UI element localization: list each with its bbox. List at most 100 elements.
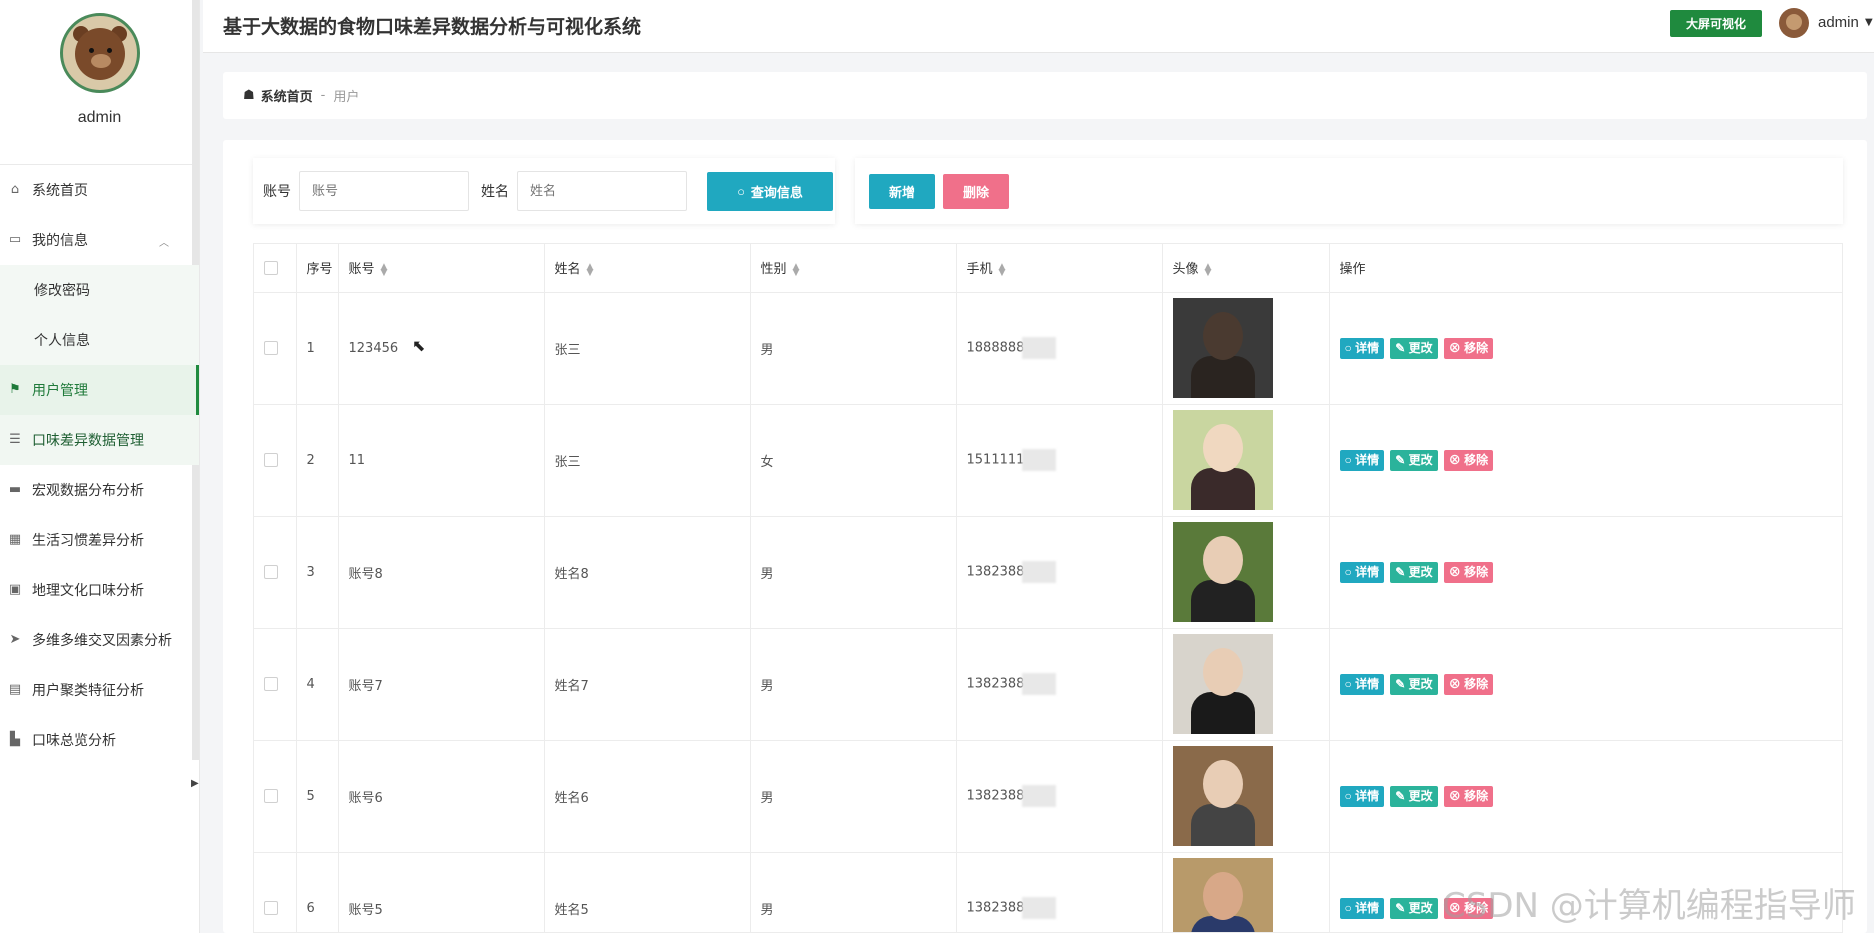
edit-button[interactable]: ✎ 更改 (1390, 449, 1438, 471)
name-input[interactable] (517, 171, 687, 211)
cell-actions: ○ 详情 ✎ 更改 ⊗ 移除 (1329, 292, 1842, 405)
table-row[interactable]: 4 账号7 姓名7 男 1382388 ○ 详情 ✎ 更改 ⊗ 移除 (254, 628, 1842, 741)
sidebar-item-user-management[interactable]: ⚑ 用户管理 (0, 365, 199, 415)
detail-button[interactable]: ○ 详情 (1339, 673, 1385, 695)
remove-button[interactable]: ⊗ 移除 (1443, 337, 1494, 359)
edit-button[interactable]: ✎ 更改 (1390, 785, 1438, 807)
edit-button[interactable]: ✎ 更改 (1390, 897, 1438, 919)
sidebar-item-label: 系统首页 (32, 183, 88, 199)
profile-name: admin (77, 109, 122, 126)
row-select-cell (254, 740, 297, 853)
breadcrumb-separator: - (320, 88, 326, 103)
detail-button[interactable]: ○ 详情 (1339, 785, 1385, 807)
breadcrumb-home[interactable]: 系统首页 (261, 86, 313, 105)
table-header-row: 序号 账号 ▲ ▼ 姓名 ▲ ▼ 性别 ▲ ▼ 手机 ▲ ▼ 头像 ▲ ▼ 操作 (254, 244, 1842, 293)
user-photo[interactable] (1172, 746, 1273, 846)
big-screen-button[interactable]: 大屏可视化 (1670, 10, 1762, 37)
phone-redaction (1022, 337, 1057, 359)
close-circle-icon: ⊗ (1448, 788, 1465, 803)
row-checkbox[interactable] (264, 677, 278, 691)
pencil-icon: ✎ (1395, 676, 1409, 691)
sort-icon[interactable]: ▲ ▼ (793, 262, 800, 277)
action-bar: 新增 删除 (855, 158, 1843, 224)
remove-button[interactable]: ⊗ 移除 (1443, 561, 1494, 583)
column-header-avatar[interactable]: 头像 ▲ ▼ (1162, 244, 1330, 293)
user-avatar[interactable] (1779, 8, 1809, 38)
breadcrumb: ☗ 系统首页 - 用户 (223, 72, 1867, 119)
sidebar-item-personal-info[interactable]: 个人信息 (0, 315, 199, 365)
cell-phone: 1511111 (956, 404, 1163, 517)
detail-button[interactable]: ○ 详情 (1339, 449, 1385, 471)
user-table: 序号 账号 ▲ ▼ 姓名 ▲ ▼ 性别 ▲ ▼ 手机 ▲ ▼ 头像 ▲ ▼ 操作 1 123456 … (253, 243, 1843, 933)
sidebar-item-change-password[interactable]: 修改密码 (0, 265, 199, 315)
scroll-right-arrow-icon[interactable]: ▶ (191, 778, 199, 789)
row-select-cell (254, 628, 297, 741)
remove-button[interactable]: ⊗ 移除 (1443, 785, 1494, 807)
table-row[interactable]: 2 11 张三 女 1511111 ○ 详情 ✎ 更改 ⊗ 移除 (254, 404, 1842, 517)
search-icon: ○ (737, 183, 745, 199)
sort-icon[interactable]: ▲ ▼ (999, 262, 1006, 277)
home-icon: ⌂ (10, 182, 20, 197)
edit-button-label: 更改 (1408, 564, 1433, 579)
detail-button-label: 详情 (1355, 452, 1380, 467)
sidebar-item-label: 生活习惯差异分析 (32, 533, 144, 549)
remove-button-label: 移除 (1464, 564, 1489, 579)
detail-button[interactable]: ○ 详情 (1339, 897, 1385, 919)
table-row[interactable]: 1 123456 张三 男 1888888 ○ 详情 ✎ 更改 ⊗ 移除 (254, 292, 1842, 405)
cell-name: 姓名5 (544, 852, 751, 932)
list-icon: ☰ (9, 432, 21, 447)
cell-phone: 1382388 (956, 740, 1163, 853)
detail-button[interactable]: ○ 详情 (1339, 337, 1385, 359)
row-checkbox[interactable] (264, 789, 278, 803)
sort-icon[interactable]: ▲ ▼ (1205, 262, 1212, 277)
sidebar-item-overview-analysis[interactable]: ▙ 口味总览分析 (0, 715, 199, 765)
cell-name: 姓名8 (544, 516, 751, 629)
column-header-phone[interactable]: 手机 ▲ ▼ (956, 244, 1163, 293)
row-checkbox[interactable] (264, 565, 278, 579)
sidebar-item-taste-data[interactable]: ☰ 口味差异数据管理 (0, 415, 199, 465)
sidebar-item-geo-analysis[interactable]: ▣ 地理文化口味分析 (0, 565, 199, 615)
sidebar-item-label: 多维多维交叉因素分析 (32, 633, 172, 649)
row-checkbox[interactable] (264, 341, 278, 355)
user-photo[interactable] (1172, 634, 1273, 734)
table-row[interactable]: 3 账号8 姓名8 男 1382388 ○ 详情 ✎ 更改 ⊗ 移除 (254, 516, 1842, 629)
edit-button-label: 更改 (1408, 676, 1433, 691)
column-header-name[interactable]: 姓名 ▲ ▼ (544, 244, 751, 293)
remove-button[interactable]: ⊗ 移除 (1443, 673, 1494, 695)
sort-icon[interactable]: ▲ ▼ (381, 262, 388, 277)
user-photo[interactable] (1172, 522, 1273, 622)
row-checkbox[interactable] (264, 901, 278, 915)
cell-actions: ○ 详情 ✎ 更改 ⊗ 移除 (1329, 740, 1842, 853)
column-header-gender[interactable]: 性别 ▲ ▼ (750, 244, 957, 293)
remove-button[interactable]: ⊗ 移除 (1443, 449, 1494, 471)
sidebar-item-macro-analysis[interactable]: ▬ 宏观数据分布分析 (0, 465, 199, 515)
caret-down-icon[interactable]: ▼ (1865, 17, 1873, 28)
table-row[interactable]: 5 账号6 姓名6 男 1382388 ○ 详情 ✎ 更改 ⊗ 移除 (254, 740, 1842, 853)
column-header-account[interactable]: 账号 ▲ ▼ (338, 244, 545, 293)
edit-button[interactable]: ✎ 更改 (1390, 561, 1438, 583)
sidebar-item-my-info[interactable]: ▭ 我的信息 ︿ (0, 215, 199, 265)
add-button[interactable]: 新增 (869, 173, 935, 209)
sidebar-item-home[interactable]: ⌂ 系统首页 (0, 165, 199, 215)
user-photo[interactable] (1172, 410, 1273, 510)
sidebar-item-cluster-analysis[interactable]: ▤ 用户聚类特征分析 (0, 665, 199, 715)
user-photo[interactable] (1172, 298, 1273, 398)
delete-button[interactable]: 删除 (943, 173, 1009, 209)
edit-button[interactable]: ✎ 更改 (1390, 673, 1438, 695)
select-all-checkbox[interactable] (264, 260, 278, 275)
user-photo[interactable] (1172, 858, 1273, 932)
sort-icon[interactable]: ▲ ▼ (587, 262, 594, 277)
search-button[interactable]: ○ 查询信息 (707, 171, 833, 211)
row-checkbox[interactable] (264, 453, 278, 467)
detail-button[interactable]: ○ 详情 (1339, 561, 1385, 583)
avatar[interactable] (59, 13, 140, 93)
detail-button-label: 详情 (1355, 900, 1380, 915)
cell-phone: 1382388 (956, 516, 1163, 629)
sidebar-item-habit-analysis[interactable]: ▦ 生活习惯差异分析 (0, 515, 199, 565)
sidebar-item-cross-analysis[interactable]: ➤ 多维多维交叉因素分析 (0, 615, 199, 665)
chevron-up-icon: ︿ (159, 238, 169, 249)
edit-button[interactable]: ✎ 更改 (1390, 337, 1438, 359)
edit-button-label: 更改 (1408, 788, 1433, 803)
account-input[interactable] (299, 171, 469, 211)
user-name[interactable]: admin (1818, 14, 1859, 31)
